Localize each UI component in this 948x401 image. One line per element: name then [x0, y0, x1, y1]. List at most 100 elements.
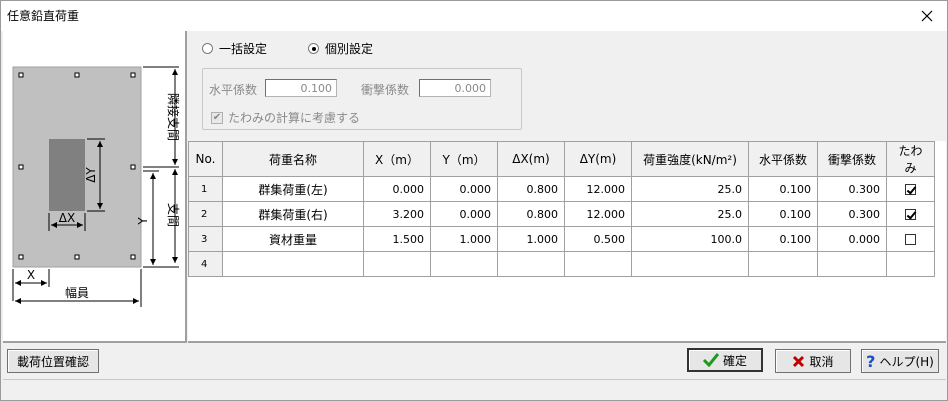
- col-header-no[interactable]: No.: [188, 141, 223, 177]
- cell-x[interactable]: 1.500: [363, 226, 431, 252]
- radio-batch-label: 一括設定: [219, 42, 268, 56]
- row-number[interactable]: 1: [188, 176, 223, 202]
- cell-deflection[interactable]: [886, 251, 935, 277]
- cell-y[interactable]: 0.000: [430, 176, 498, 202]
- row-number[interactable]: 2: [188, 201, 223, 227]
- radio-individual-setting[interactable]: 個別設定: [308, 40, 373, 57]
- col-header-deflection[interactable]: たわみ: [886, 141, 935, 177]
- cell-dx[interactable]: 0.800: [497, 176, 565, 202]
- radio-individual-dot[interactable]: [308, 43, 319, 54]
- load-position-check-button[interactable]: 載荷位置確認: [7, 349, 99, 373]
- table-row: 2 群集荷重(右) 3.200 0.000 0.800 12.000 25.0 …: [188, 201, 935, 227]
- cell-name[interactable]: 群集荷重(右): [222, 201, 364, 227]
- help-button[interactable]: ? ヘルプ(H): [861, 349, 939, 373]
- col-header-name[interactable]: 荷重名称: [222, 141, 364, 177]
- table-row: 3 資材重量 1.500 1.000 1.000 0.500 100.0 0.1…: [188, 226, 935, 252]
- cell-x[interactable]: 3.200: [363, 201, 431, 227]
- cell-strength[interactable]: 25.0: [631, 201, 749, 227]
- cell-hcoef[interactable]: 0.100: [748, 226, 818, 252]
- x-icon: [793, 355, 805, 367]
- cell-dx[interactable]: 1.000: [497, 226, 565, 252]
- cell-dx[interactable]: 0.800: [497, 201, 565, 227]
- col-header-strength[interactable]: 荷重強度(kN/m²): [631, 141, 749, 177]
- cell-name[interactable]: 資材重量: [222, 226, 364, 252]
- row-number[interactable]: 4: [188, 251, 223, 277]
- col-header-x[interactable]: X（m）: [363, 141, 431, 177]
- deflection-checkbox[interactable]: ✔: [211, 111, 223, 124]
- cell-strength[interactable]: 100.0: [631, 226, 749, 252]
- coefficient-group: 水平係数 0.100 衝撃係数 0.000 ✔ たわみの計算に考慮する: [202, 68, 522, 130]
- title-bar: 任意鉛直荷重: [1, 1, 947, 31]
- cell-y[interactable]: [430, 251, 498, 277]
- cell-deflection[interactable]: [886, 226, 935, 252]
- load-diagram: ΔY ΔX Y 隣接支間 支間 X 幅員: [12, 66, 181, 307]
- cell-x[interactable]: [363, 251, 431, 277]
- cell-icoef[interactable]: 0.300: [817, 201, 887, 227]
- load-table: No. 荷重名称 X（m） Y（m） ΔX(m) ΔY(m) 荷重強度(kN/m…: [188, 141, 935, 277]
- cell-dy[interactable]: 12.000: [564, 201, 632, 227]
- cell-icoef[interactable]: 0.000: [817, 226, 887, 252]
- cell-y[interactable]: 0.000: [430, 201, 498, 227]
- deflection-checkbox-row3[interactable]: [905, 234, 916, 245]
- radio-individual-label: 個別設定: [325, 42, 374, 56]
- cell-strength[interactable]: 25.0: [631, 176, 749, 202]
- check-icon: [702, 353, 719, 367]
- cell-strength[interactable]: [631, 251, 749, 277]
- cell-hcoef[interactable]: [748, 251, 818, 277]
- horizontal-coef-input[interactable]: 0.100: [265, 79, 337, 97]
- cell-name[interactable]: [222, 251, 364, 277]
- x-label: X: [27, 268, 35, 282]
- deflection-checkbox-row2[interactable]: [905, 209, 916, 220]
- load-position-check-label: 載荷位置確認: [16, 354, 89, 369]
- cell-hcoef[interactable]: 0.100: [748, 201, 818, 227]
- deflection-label: たわみの計算に考慮する: [228, 111, 361, 125]
- cell-hcoef[interactable]: 0.100: [748, 176, 818, 202]
- window-title: 任意鉛直荷重: [7, 9, 80, 23]
- adjacent-span-label: 隣接支間: [166, 93, 181, 141]
- col-header-dy[interactable]: ΔY(m): [564, 141, 632, 177]
- load-diagram-panel: ΔY ΔX Y 隣接支間 支間 X 幅員: [3, 31, 187, 343]
- cell-y[interactable]: 1.000: [430, 226, 498, 252]
- table-header-row: No. 荷重名称 X（m） Y（m） ΔX(m) ΔY(m) 荷重強度(kN/m…: [188, 141, 935, 177]
- horizontal-coef-label: 水平係数: [209, 83, 258, 97]
- row-number[interactable]: 3: [188, 226, 223, 252]
- load-area-rect: [49, 139, 85, 211]
- y-label: Y: [136, 217, 150, 226]
- col-header-dx[interactable]: ΔX(m): [497, 141, 565, 177]
- load-grid-area: No. 荷重名称 X（m） Y（m） ΔX(m) ΔY(m) 荷重強度(kN/m…: [188, 141, 946, 343]
- table-row: 1 群集荷重(左) 0.000 0.000 0.800 12.000 25.0 …: [188, 176, 935, 202]
- cell-dx[interactable]: [497, 251, 565, 277]
- cell-dy[interactable]: 0.500: [564, 226, 632, 252]
- impact-coef-label: 衝撃係数: [361, 83, 410, 97]
- cell-name[interactable]: 群集荷重(左): [222, 176, 364, 202]
- confirm-label: 確定: [722, 353, 747, 368]
- cancel-button[interactable]: 取消: [775, 349, 851, 373]
- impact-coef-input[interactable]: 0.000: [419, 79, 491, 97]
- cell-icoef[interactable]: 0.300: [817, 176, 887, 202]
- radio-batch-setting[interactable]: 一括設定: [202, 40, 267, 57]
- col-header-hcoef[interactable]: 水平係数: [748, 141, 818, 177]
- dy-label: ΔY: [84, 167, 98, 183]
- table-row: 4: [188, 251, 935, 277]
- cell-icoef[interactable]: [817, 251, 887, 277]
- col-header-icoef[interactable]: 衝撃係数: [817, 141, 887, 177]
- col-header-y[interactable]: Y（m）: [430, 141, 498, 177]
- cell-x[interactable]: 0.000: [363, 176, 431, 202]
- cell-deflection[interactable]: [886, 201, 935, 227]
- dialog-window: 任意鉛直荷重 ΔY ΔX Y 隣接支間 支間 X 幅員 一括設定 個別設定 水平…: [0, 0, 948, 401]
- cell-deflection[interactable]: [886, 176, 935, 202]
- cancel-label: 取消: [809, 354, 834, 369]
- cell-dy[interactable]: 12.000: [564, 176, 632, 202]
- radio-batch-dot[interactable]: [202, 43, 213, 54]
- deflection-option[interactable]: ✔ たわみの計算に考慮する: [211, 109, 360, 126]
- close-icon: [921, 10, 933, 22]
- status-bar: [3, 379, 946, 399]
- span-label: 支間: [166, 203, 180, 227]
- close-button[interactable]: [907, 1, 947, 31]
- width-label: 幅員: [65, 285, 89, 300]
- confirm-button[interactable]: 確定: [687, 348, 763, 372]
- question-mark-icon: ?: [866, 351, 876, 371]
- dx-label: ΔX: [59, 211, 75, 225]
- deflection-checkbox-row1[interactable]: [905, 184, 916, 195]
- cell-dy[interactable]: [564, 251, 632, 277]
